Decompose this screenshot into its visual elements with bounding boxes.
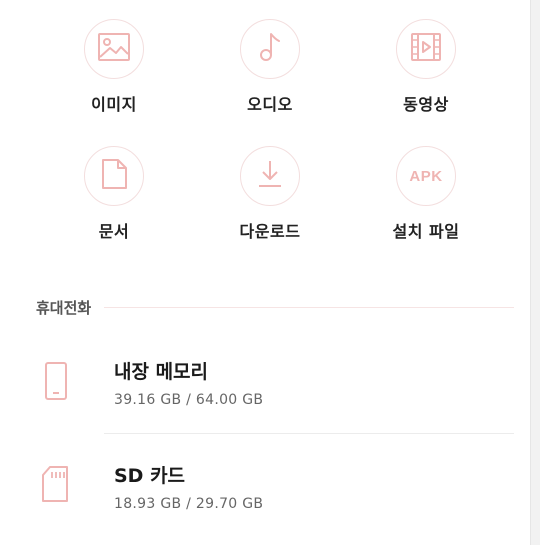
phone-section-title: 휴대전화 (36, 299, 92, 317)
storage-name: SD 카드 (114, 465, 186, 487)
phone-storage-icon (40, 360, 72, 406)
category-audio[interactable]: 오디오 (210, 19, 330, 115)
category-download[interactable]: 다운로드 (210, 146, 330, 242)
apk-icon: APK (409, 167, 443, 185)
download-icon (253, 157, 287, 195)
image-icon (97, 30, 131, 68)
video-icon (409, 30, 443, 68)
music-note-icon (253, 30, 287, 68)
category-install-files[interactable]: APK 설치 파일 (366, 146, 486, 242)
category-document[interactable]: 문서 (54, 146, 174, 242)
category-document-circle (84, 146, 144, 206)
category-audio-circle (240, 19, 300, 79)
storage-name: 내장 메모리 (114, 361, 209, 383)
category-image-circle (84, 19, 144, 79)
category-image[interactable]: 이미지 (54, 19, 174, 115)
my-files-page: 이미지 오디오 동영상 문서 다운로드 APK 설치 파일 휴대전화 내장 메모… (0, 0, 540, 545)
category-video[interactable]: 동영상 (366, 19, 486, 115)
storage-item-sd-card[interactable]: SD 카드 18.93 GB / 29.70 GB (0, 445, 530, 545)
category-install-files-label: 설치 파일 (392, 222, 460, 241)
category-image-label: 이미지 (91, 95, 137, 114)
category-audio-label: 오디오 (247, 95, 293, 114)
scroll-edge (530, 0, 540, 545)
storage-size: 18.93 GB / 29.70 GB (114, 496, 264, 512)
section-divider (104, 307, 514, 308)
category-document-label: 문서 (98, 222, 130, 241)
sd-card-icon (40, 463, 72, 509)
document-icon (97, 157, 131, 195)
row-divider (104, 433, 514, 434)
storage-size: 39.16 GB / 64.00 GB (114, 392, 264, 408)
category-download-circle (240, 146, 300, 206)
category-video-label: 동영상 (403, 95, 449, 114)
category-video-circle (396, 19, 456, 79)
category-download-label: 다운로드 (239, 222, 301, 241)
storage-item-internal[interactable]: 내장 메모리 39.16 GB / 64.00 GB (0, 340, 530, 440)
category-install-files-circle: APK (396, 146, 456, 206)
